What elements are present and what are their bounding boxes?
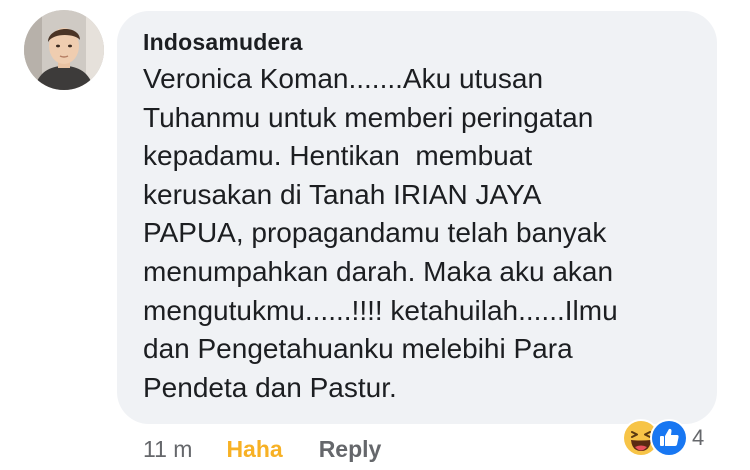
comment-text-line: mengutukmu......!!!! ketahuilah......Ilm… [143, 294, 618, 326]
comment-text-line: Pendeta dan Pastur. [143, 371, 397, 403]
haha-reaction-button[interactable]: Haha [226, 436, 282, 463]
comment-thread: Indosamudera Veronica Koman.......Aku ut… [0, 0, 750, 470]
comment-text-line: kepadamu. Hentikan membuat [143, 140, 533, 172]
reaction-count: 4 [692, 425, 705, 450]
comment-text-line: dan Pengetahuanku melebihi Para [143, 333, 573, 365]
comment-actions: 11 m Haha Reply [143, 434, 381, 464]
comment-author-name[interactable]: Indosamudera [143, 29, 303, 56]
comment-text: Veronica Koman.......Aku utusan Tuhanmu … [143, 60, 708, 407]
commenter-avatar[interactable] [24, 10, 104, 90]
avatar-photo [24, 10, 104, 90]
comment-text-line: Veronica Koman.......Aku utusan [143, 63, 544, 94]
comment-text-line: Tuhanmu untuk memberi peringatan [143, 101, 594, 133]
comment-text-line: menumpahkan darah. Maka aku akan [143, 255, 614, 287]
comment-text-line: PAPUA, propagandamu telah banyak [143, 217, 607, 249]
reply-button[interactable]: Reply [319, 436, 382, 463]
reactions-summary[interactable]: 4 [622, 419, 704, 457]
comment-text-line: kerusakan di Tanah IRIAN JAYA [143, 178, 542, 210]
like-thumb-icon [650, 419, 688, 457]
comment-timestamp[interactable]: 11 m [143, 436, 192, 463]
